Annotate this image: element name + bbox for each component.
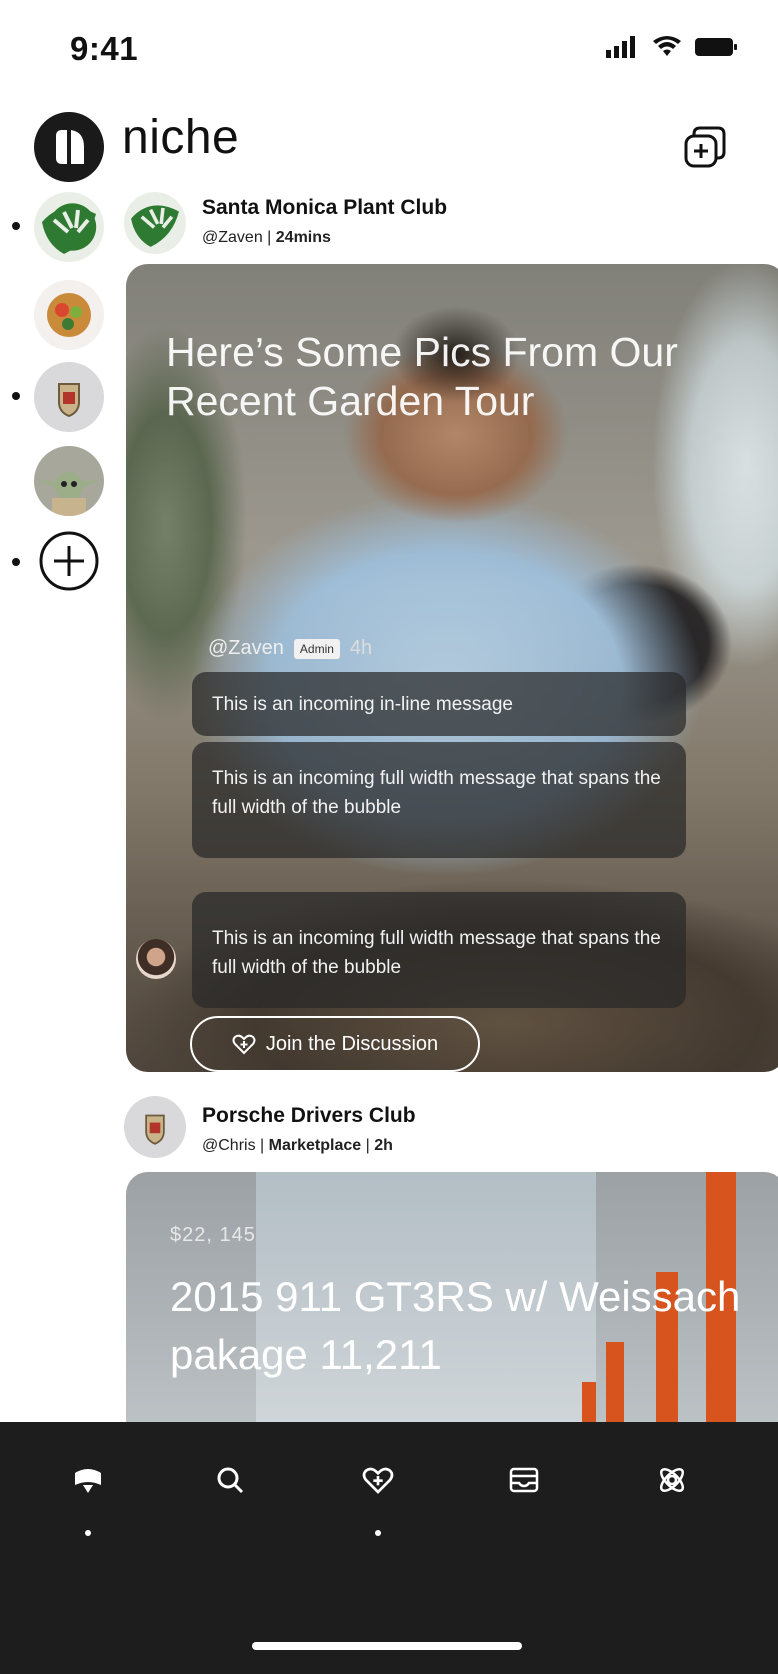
logo-mark-icon (56, 130, 84, 164)
search-icon (217, 1467, 244, 1494)
post-community-name[interactable]: Santa Monica Plant Club (202, 196, 447, 220)
post-meta: @Zaven | 24mins (202, 229, 331, 247)
tab-inbox[interactable] (494, 1450, 554, 1510)
message-author-avatar[interactable] (136, 939, 176, 979)
unread-dot (12, 392, 20, 400)
tab-profile[interactable] (642, 1450, 702, 1510)
message-time: 4h (349, 637, 373, 659)
post-community-name[interactable]: Porsche Drivers Club (202, 1104, 416, 1128)
post-card-garden-tour[interactable]: Here’s Some Pics From Our Recent Garden … (126, 264, 778, 1072)
porsche-crest-icon (145, 1114, 165, 1145)
status-icons (604, 36, 738, 58)
post-author[interactable]: @Chris (202, 1137, 256, 1154)
notification-dot (375, 1530, 381, 1536)
active-tab-dot (85, 1530, 91, 1536)
message-bubble: This is an incoming full width message t… (192, 892, 686, 1008)
message-bubble: This is an incoming in-line message (192, 672, 686, 736)
baby-yoda-icon (38, 472, 100, 516)
post-headline: Here’s Some Pics From Our Recent Garden … (166, 329, 678, 424)
bottom-tab-bar (0, 1422, 778, 1674)
battery-icon (695, 38, 737, 56)
community-avatar-food[interactable] (34, 280, 104, 350)
heart-add-icon (362, 1467, 394, 1494)
tab-discussions[interactable] (348, 1450, 408, 1510)
tab-search[interactable] (200, 1450, 260, 1510)
listing-title: 2015 911 GT3RS w/ Weissach pakage 11,211 (170, 1273, 741, 1378)
admin-badge: Admin (293, 638, 340, 659)
unread-dot (12, 558, 20, 566)
home-indicator[interactable] (252, 1642, 522, 1650)
meta-separator: | (365, 1137, 370, 1154)
monstera-leaf-icon (42, 207, 96, 254)
post-meta: @Chris | Marketplace | 2h (202, 1137, 393, 1155)
listing-price: $22, 145 (170, 1224, 256, 1246)
salad-bowl-icon (47, 293, 91, 337)
post-author[interactable]: @Zaven (202, 229, 263, 246)
join-discussion-label: Join the Discussion (265, 1032, 439, 1055)
monstera-leaf-icon (131, 205, 179, 247)
atom-icon (659, 1467, 685, 1493)
meta-separator: | (267, 229, 272, 246)
post-time: 24mins (275, 229, 331, 246)
community-avatar-porsche[interactable] (34, 362, 104, 432)
plus-circle-icon (39, 531, 99, 591)
heart-add-icon (232, 1034, 256, 1055)
meta-separator: | (260, 1137, 265, 1154)
post-time: 2h (374, 1137, 393, 1154)
join-discussion-button[interactable]: Join the Discussion (190, 1016, 480, 1072)
cellular-signal-icon (606, 36, 635, 58)
post-community-avatar[interactable] (124, 1096, 186, 1158)
post-category[interactable]: Marketplace (269, 1137, 362, 1154)
wifi-icon (653, 36, 681, 56)
message-bubble: This is an incoming full width message t… (192, 742, 686, 858)
app-title: niche (122, 111, 240, 164)
new-post-icon (684, 126, 726, 168)
app-logo[interactable] (34, 112, 104, 182)
tab-home[interactable] (58, 1450, 118, 1510)
post-community-avatar[interactable] (124, 192, 186, 254)
porsche-crest-icon (58, 383, 80, 418)
unread-dot (12, 222, 20, 230)
message-author[interactable]: @Zaven (208, 637, 284, 660)
new-post-button[interactable] (678, 120, 734, 176)
status-time: 9:41 (70, 30, 139, 67)
add-community-button[interactable] (36, 528, 102, 594)
message-author-row: @Zaven Admin 4h (208, 637, 372, 660)
inbox-icon (509, 1467, 539, 1493)
community-avatar-starwars[interactable] (34, 446, 104, 516)
community-avatar-plant-club[interactable] (34, 192, 104, 262)
home-icon (75, 1469, 101, 1493)
